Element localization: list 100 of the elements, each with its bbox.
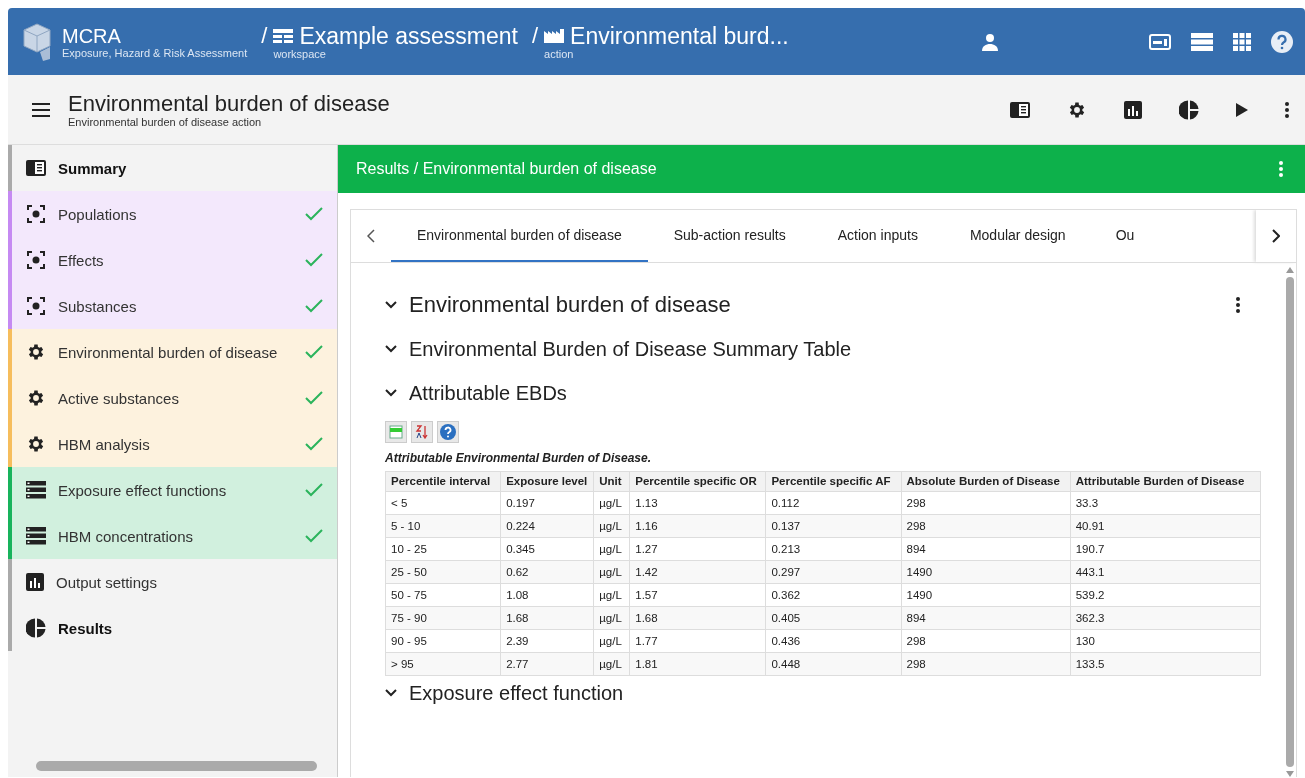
chevron-down-icon[interactable]: [385, 689, 397, 697]
chevron-down-icon[interactable]: [385, 389, 397, 397]
bar-chart-icon[interactable]: [1124, 100, 1142, 119]
results-title: Results / Environmental burden of disease: [356, 160, 657, 178]
scroll-down-icon[interactable]: [1286, 771, 1294, 777]
breadcrumb-subtitle: action: [544, 47, 575, 60]
breadcrumb-title[interactable]: Example assessment: [299, 23, 518, 48]
tab[interactable]: Modular design: [943, 210, 1092, 262]
chevron-right-icon[interactable]: [1272, 229, 1280, 243]
table-cell: 190.7: [1070, 537, 1261, 561]
breadcrumb-separator: /: [261, 23, 268, 48]
tab[interactable]: Ou: [1091, 210, 1141, 262]
cube-logo-icon: [20, 21, 54, 62]
column-header[interactable]: Percentile specific OR: [629, 471, 766, 492]
table-cell: 894: [901, 537, 1071, 561]
more-icon[interactable]: [1285, 101, 1289, 118]
section-title[interactable]: Environmental burden of disease: [409, 292, 731, 318]
column-header[interactable]: Exposure level: [500, 471, 594, 492]
scroll-up-icon[interactable]: [1286, 267, 1294, 273]
table-cell: 33.3: [1070, 491, 1261, 515]
table-cell: 0.137: [765, 514, 902, 538]
menu-icon[interactable]: [32, 102, 50, 117]
table-cell: 1.16: [629, 514, 766, 538]
section-title[interactable]: Environmental Burden of Disease Summary Table: [409, 337, 852, 361]
sidebar-item[interactable]: HBM concentrations: [8, 513, 337, 559]
table-cell: 1.08: [500, 583, 594, 607]
breadcrumb-subtitle: workspace: [273, 47, 326, 60]
sidebar-item[interactable]: Environmental burden of disease: [8, 329, 337, 375]
breadcrumb-separator: /: [531, 23, 539, 48]
table-cell: 298: [901, 629, 1071, 653]
summary-icon[interactable]: [1010, 101, 1030, 118]
focus-icon: [26, 296, 46, 316]
table-cell: 1490: [901, 583, 1071, 607]
sidebar-item[interactable]: Populations: [8, 191, 337, 237]
section-title[interactable]: Exposure effect function: [409, 681, 624, 705]
table-cell: 894: [901, 606, 1071, 630]
table-cell: 0.213: [765, 537, 902, 561]
page-subtitle: Environmental burden of disease action: [68, 115, 263, 128]
table-cell: 0.436: [765, 629, 902, 653]
table-cell: 539.2: [1070, 583, 1261, 607]
table-cell: 0.112: [765, 491, 902, 515]
table-cell: µg/L: [593, 629, 630, 653]
table-cell: 0.197: [500, 491, 594, 515]
app-name: MCRA: [62, 24, 122, 47]
table-cell: 130: [1070, 629, 1261, 653]
table-cell: 1.68: [629, 606, 766, 630]
page-title: Environmental burden of disease: [68, 91, 390, 116]
table-caption: Attributable Environmental Burden of Disease.: [385, 451, 653, 465]
table-cell: 298: [901, 514, 1071, 538]
app-subtitle: Exposure, Hazard & Risk Assessment: [62, 46, 248, 59]
chevron-left-icon[interactable]: [367, 229, 375, 243]
help-icon[interactable]: [1271, 30, 1293, 53]
table-cell: 10 - 25: [385, 537, 501, 561]
bar-chart-icon: [26, 573, 44, 591]
sidebar-item[interactable]: Active substances: [8, 375, 337, 421]
table-cell: 1.42: [629, 560, 766, 584]
sort-icon[interactable]: [411, 421, 433, 443]
chevron-down-icon[interactable]: [385, 301, 397, 309]
table-cell: 2.39: [500, 629, 594, 653]
table-cell: 362.3: [1070, 606, 1261, 630]
sidebar-item[interactable]: Substances: [8, 283, 337, 329]
play-icon[interactable]: [1236, 102, 1248, 117]
scrollbar[interactable]: [1286, 277, 1294, 767]
tab[interactable]: Action inputs: [811, 210, 944, 262]
breadcrumb-title[interactable]: Environmental burd...: [570, 23, 789, 48]
table-cell: 50 - 75: [385, 583, 501, 607]
sidebar-item[interactable]: HBM analysis: [8, 421, 337, 467]
tab[interactable]: Sub-action results: [647, 210, 812, 262]
column-header[interactable]: Unit: [593, 471, 630, 492]
table-cell: < 5: [385, 491, 501, 515]
pie-chart-icon: [26, 618, 46, 638]
chevron-down-icon[interactable]: [385, 345, 397, 353]
table-cell: 443.1: [1070, 560, 1261, 584]
help-icon[interactable]: [437, 421, 459, 443]
scrollbar[interactable]: [36, 761, 317, 771]
sidebar-item[interactable]: Exposure effect functions: [8, 467, 337, 513]
card-icon[interactable]: [1149, 33, 1171, 50]
column-header[interactable]: Percentile specific AF: [765, 471, 902, 492]
tab[interactable]: Environmental burden of disease: [391, 210, 648, 262]
more-icon[interactable]: [1236, 297, 1240, 313]
table-cell: 298: [901, 652, 1071, 676]
table-cell: 40.91: [1070, 514, 1261, 538]
factory-icon: [544, 28, 565, 43]
column-header[interactable]: Percentile interval: [385, 471, 501, 492]
table-cell: 90 - 95: [385, 629, 501, 653]
column-header[interactable]: Attributable Burden of Disease: [1070, 471, 1261, 492]
grid-icon[interactable]: [1233, 32, 1251, 51]
list-icon[interactable]: [1191, 32, 1213, 51]
focus-icon: [26, 204, 46, 224]
table-cell: 1.27: [629, 537, 766, 561]
table-cell: 25 - 50: [385, 560, 501, 584]
table-cell: 1.13: [629, 491, 766, 515]
user-icon[interactable]: [981, 32, 999, 51]
table-cell: µg/L: [593, 583, 630, 607]
sidebar-item[interactable]: Effects: [8, 237, 337, 283]
pie-chart-icon[interactable]: [1179, 99, 1199, 120]
list-icon: [26, 481, 46, 499]
section-title[interactable]: Attributable EBDs: [409, 381, 567, 405]
table-cell: 1.57: [629, 583, 766, 607]
column-header[interactable]: Absolute Burden of Disease: [901, 471, 1071, 492]
